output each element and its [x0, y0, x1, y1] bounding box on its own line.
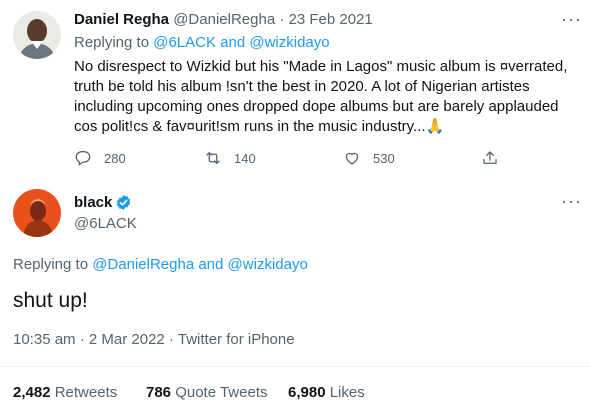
- like-count: 530: [373, 150, 395, 166]
- replying-to-label: Replying to: [74, 34, 150, 51]
- tweet-source[interactable]: Twitter for iPhone: [178, 331, 295, 348]
- reply-tweet-text: shut up!: [13, 289, 88, 312]
- share-icon: [483, 151, 497, 164]
- author-handle[interactable]: @6LACK: [74, 215, 137, 232]
- meta-separator: ·: [79, 331, 85, 348]
- mention-link[interactable]: @6LACK: [153, 34, 216, 51]
- avatar-image: [13, 189, 61, 237]
- avatar-image: [13, 11, 61, 59]
- retweets-stat[interactable]: 2,482 Retweets: [13, 384, 117, 401]
- verified-badge-icon: [117, 195, 131, 210]
- mention-and: and: [220, 34, 246, 51]
- more-dots-icon[interactable]: ···: [561, 10, 582, 28]
- tweet-date[interactable]: 23 Feb 2021: [289, 11, 373, 28]
- retweet-button[interactable]: 140: [204, 149, 256, 167]
- tweet-date[interactable]: 2 Mar 2022: [89, 331, 165, 348]
- avatar-6lack[interactable]: [13, 189, 61, 237]
- replying-to-line: Replying to @DanielRegha and @wizkidayo: [13, 256, 308, 273]
- likes-label: Likes: [329, 384, 365, 401]
- author-handle[interactable]: @DanielRegha: [173, 11, 275, 28]
- reply-button[interactable]: 280: [74, 149, 126, 167]
- retweets-count: 2,482: [13, 384, 51, 401]
- speech-bubble-icon: [75, 150, 91, 166]
- quote-label: Quote Tweets: [175, 384, 268, 401]
- retweet-icon: [206, 152, 220, 164]
- meta-separator: ·: [168, 331, 174, 348]
- original-tweet-text: No disrespect to Wizkid but his "Made in…: [74, 58, 568, 135]
- mention-link[interactable]: @DanielRegha: [92, 256, 194, 273]
- author-name[interactable]: black: [74, 194, 112, 211]
- reply-author-line: black: [74, 194, 132, 211]
- tweet-time[interactable]: 10:35 am: [13, 331, 76, 348]
- tweet-meta-line: 10:35 am · 2 Mar 2022 · Twitter for iPho…: [13, 331, 295, 348]
- mention-and: and: [198, 256, 224, 273]
- quote-tweets-stat[interactable]: 786 Quote Tweets: [146, 384, 267, 401]
- heart-icon: [345, 152, 359, 165]
- retweet-count: 140: [234, 150, 256, 166]
- replying-to-label: Replying to: [13, 256, 89, 273]
- retweets-label: Retweets: [54, 384, 118, 401]
- more-dots-icon[interactable]: ···: [561, 192, 582, 210]
- header-separator: ·: [279, 11, 285, 28]
- mention-link[interactable]: @wizkidayo: [249, 34, 329, 51]
- likes-stat[interactable]: 6,980 Likes: [288, 384, 365, 401]
- replying-to-line: Replying to @6LACK and @wizkidayo: [74, 34, 330, 51]
- divider: [0, 366, 591, 367]
- original-tweet-header: Daniel Regha @DanielRegha · 23 Feb 2021: [74, 11, 373, 28]
- share-button[interactable]: [481, 149, 511, 167]
- like-button[interactable]: 530: [343, 149, 395, 167]
- mention-link[interactable]: @wizkidayo: [228, 256, 308, 273]
- reply-count: 280: [104, 150, 126, 166]
- avatar-daniel-regha[interactable]: [13, 11, 61, 59]
- likes-count: 6,980: [288, 384, 326, 401]
- author-name[interactable]: Daniel Regha: [74, 11, 169, 28]
- quote-count: 786: [146, 384, 172, 401]
